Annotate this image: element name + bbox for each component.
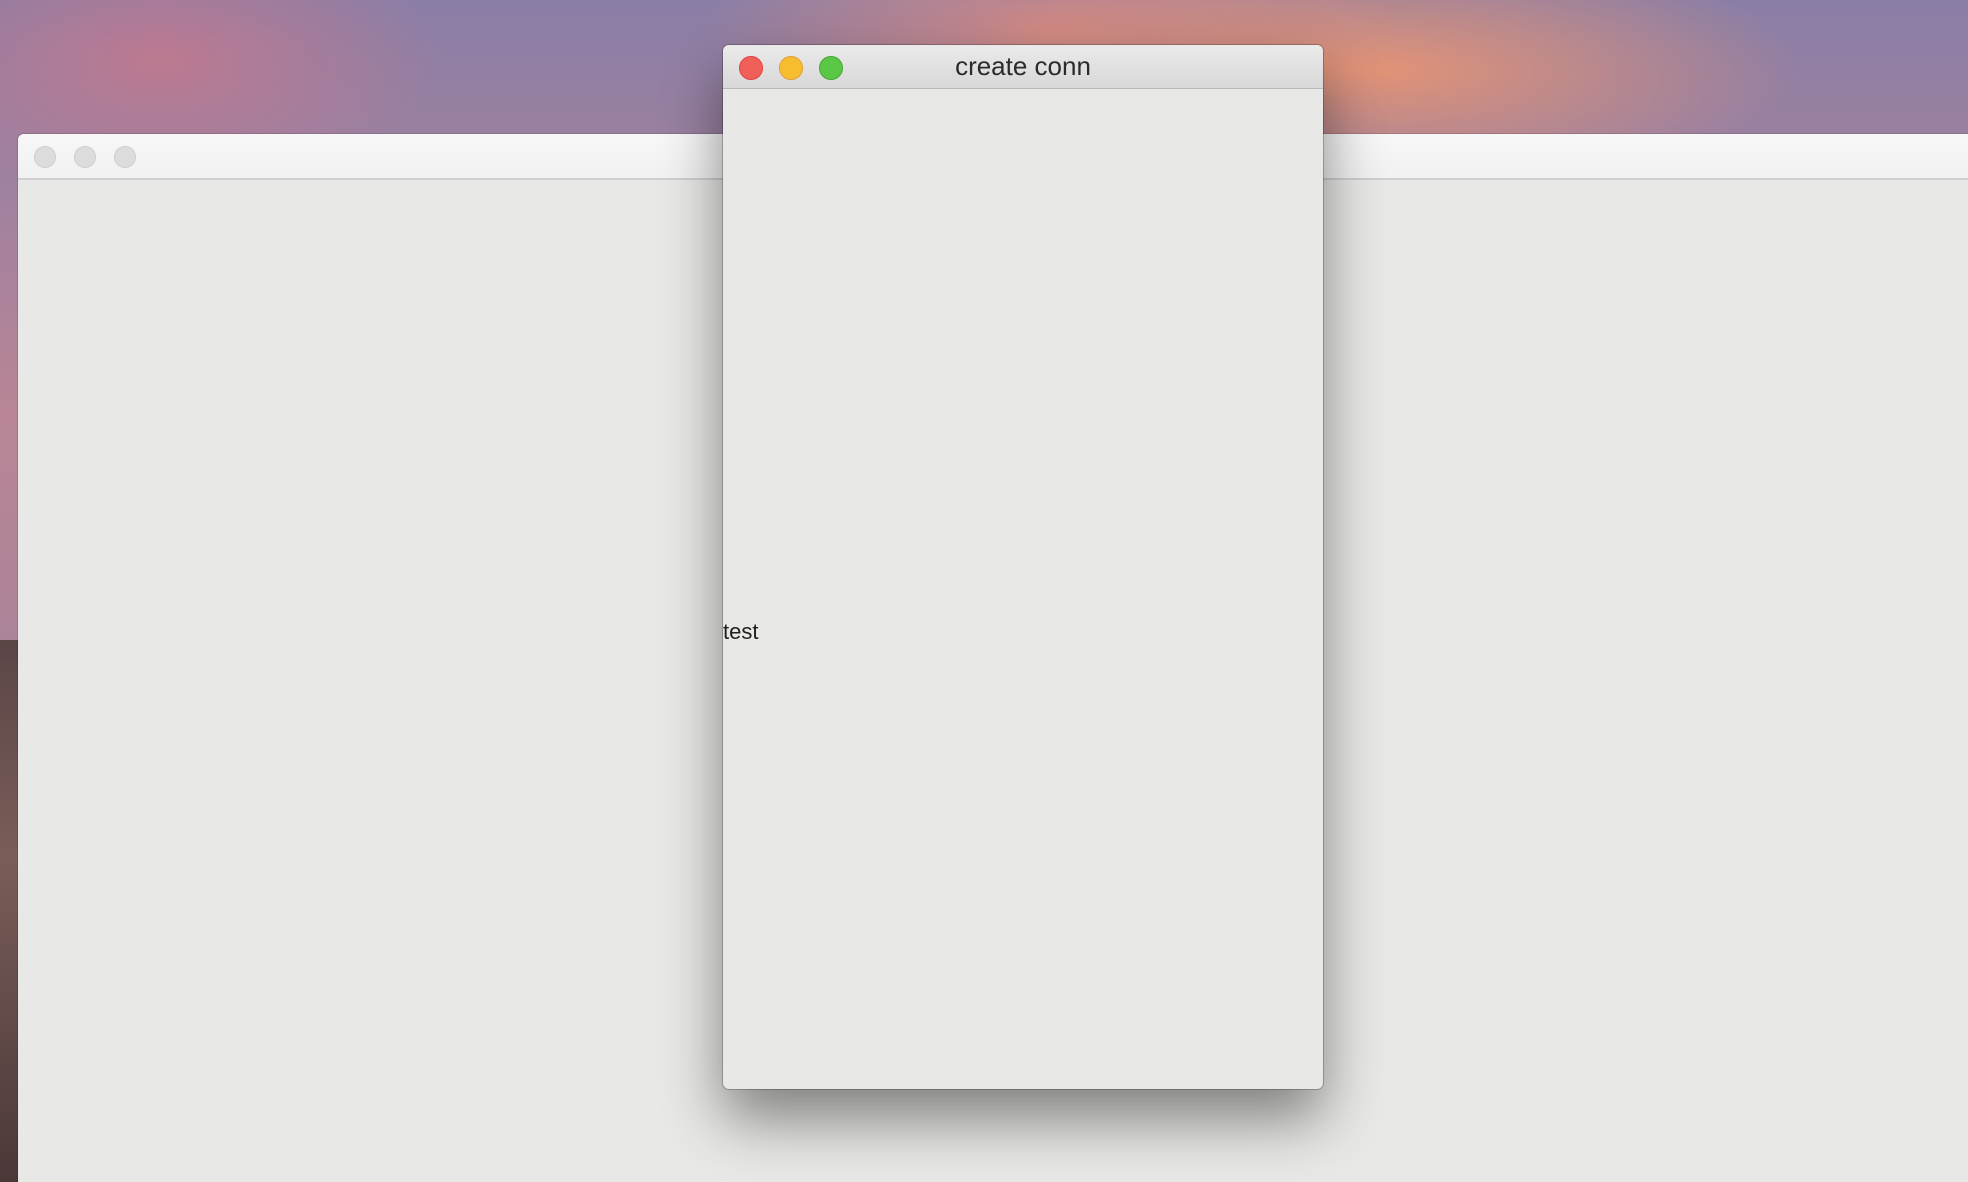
test-label: test: [723, 619, 759, 644]
dialog-title: create conn: [955, 51, 1091, 81]
background-zoom-button[interactable]: [114, 146, 136, 168]
background-minimize-button[interactable]: [74, 146, 96, 168]
background-close-button[interactable]: [34, 146, 56, 168]
dialog-titlebar[interactable]: create conn: [723, 45, 1323, 89]
create-conn-dialog[interactable]: create conn test: [723, 45, 1323, 1089]
